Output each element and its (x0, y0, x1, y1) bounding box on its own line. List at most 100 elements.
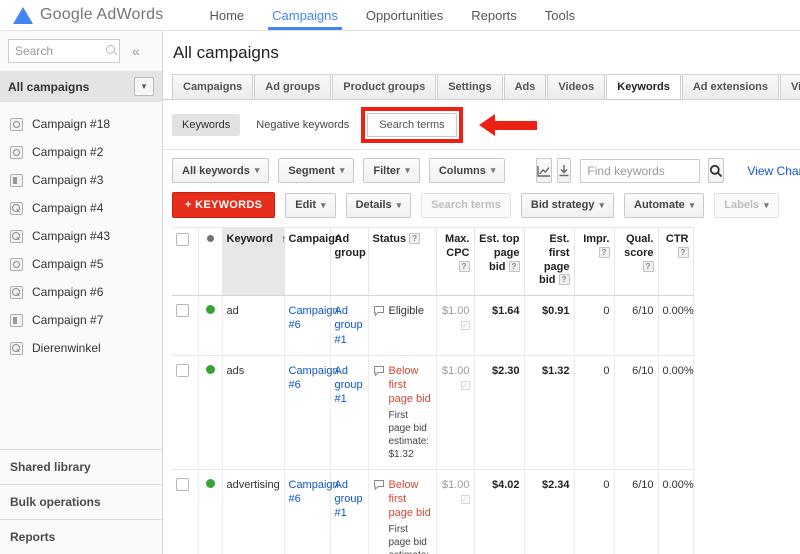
sidebar-footer-shared-library[interactable]: Shared library (0, 449, 162, 484)
column-header-impr[interactable]: Impr.? (574, 227, 615, 296)
ad-group-link[interactable]: Ad group #1 (335, 479, 363, 520)
column-header-check[interactable] (172, 227, 199, 296)
column-label: Status (372, 233, 407, 245)
cell-est-top-page-bid: $1.64 (474, 295, 525, 356)
help-icon[interactable]: ? (642, 260, 654, 272)
help-icon[interactable]: ? (409, 233, 421, 244)
sidebar-item-campaign-7[interactable]: Campaign #7 (0, 306, 162, 334)
keywords-table-body: ad Campaign #6 Ad group #1 Eligible $1.00 ✓ $1… (172, 295, 694, 554)
column-header-campaign[interactable]: Campaign (284, 227, 342, 296)
nav-item-home[interactable]: Home (195, 0, 258, 30)
sidebar-item-campaign-5[interactable]: Campaign #5 (0, 250, 162, 278)
sort-ascending-icon: ↑ (280, 234, 286, 245)
help-icon[interactable]: ? (508, 260, 520, 272)
automate-button[interactable]: Automate ▾ (624, 192, 705, 218)
sidebar-item-campaign-3[interactable]: Campaign #3 (0, 166, 162, 194)
column-header-esttop[interactable]: Est. top page bid? (474, 227, 525, 296)
tab-ads[interactable]: Ads (503, 74, 547, 99)
brand[interactable]: Google AdWords (13, 0, 163, 30)
chart-button[interactable] (536, 158, 553, 183)
tab-videos[interactable]: Videos (547, 74, 606, 99)
collapse-sidebar-button[interactable]: « (132, 43, 140, 59)
column-header-dot[interactable] (198, 227, 223, 296)
tab-settings[interactable]: Settings (437, 74, 503, 99)
search-submit-button[interactable] (708, 158, 725, 183)
select-all-checkbox[interactable] (176, 233, 189, 246)
chevron-down-icon: ▾ (321, 199, 326, 210)
row-checkbox[interactable] (176, 304, 189, 317)
edit-button[interactable]: Edit ▾ (285, 192, 336, 218)
column-header-estfirst[interactable]: Est. first page bid? (524, 227, 575, 296)
row-checkbox[interactable] (176, 477, 189, 491)
brand-name: Google AdWords (40, 6, 164, 23)
campaign-label: Campaign #2 (32, 145, 104, 159)
campaign-label: Campaign #5 (32, 257, 104, 271)
help-icon[interactable]: ? (458, 260, 470, 272)
sidebar-search-input[interactable] (8, 39, 120, 63)
nav-item-campaigns[interactable]: Campaigns (258, 0, 352, 30)
button-label: Search terms (431, 199, 501, 211)
cell-impressions: 0 (574, 469, 615, 554)
nav-item-opportunities[interactable]: Opportunities (352, 0, 457, 30)
find-keywords-input[interactable] (580, 158, 701, 183)
status-subtext: First page bid estimate: $2.34 (388, 523, 430, 554)
subtab-search-terms[interactable]: Search terms (367, 113, 457, 137)
ad-group-link[interactable]: Ad group #1 (335, 305, 363, 346)
column-header-keyword[interactable]: Keyword ↑ (222, 227, 286, 296)
sidebar-all-campaigns-header[interactable]: All campaigns ▾ (0, 71, 162, 102)
status-text: Eligible (388, 305, 424, 317)
column-header-maxcpc[interactable]: Max. CPC? (436, 227, 475, 296)
tab-product-groups[interactable]: Product groups (332, 74, 437, 99)
cell-keyword: advertising (222, 469, 285, 554)
column-header-ctr[interactable]: CTR? (658, 227, 694, 296)
help-icon[interactable]: ? (598, 246, 610, 258)
sidebar-footer-reports[interactable]: Reports (0, 519, 162, 554)
button-label: Details (355, 199, 392, 211)
tab-campaigns[interactable]: Campaigns (172, 74, 254, 99)
row-checkbox[interactable] (176, 363, 189, 377)
help-icon[interactable]: ? (677, 246, 689, 258)
segment-dropdown-button[interactable]: Segment ▾ (278, 158, 355, 183)
tab-keywords[interactable]: Keywords (606, 74, 681, 99)
add-keywords-button[interactable]: + KEYWORDS (172, 192, 276, 218)
annotation-highlight-box: Search terms (361, 107, 463, 143)
sidebar-footer-bulk-operations[interactable]: Bulk operations (0, 484, 162, 519)
cell-impressions: 0 (574, 355, 615, 470)
sidebar-item-campaign-18[interactable]: Campaign #18 (0, 110, 162, 138)
cell-campaign: Campaign #6 (284, 355, 339, 470)
sidebar-item-dierenwinkel[interactable]: Dierenwinkel (0, 334, 162, 362)
subtab-negative-keywords[interactable]: Negative keywords (254, 114, 351, 136)
view-change-history-link[interactable]: View Change History (747, 164, 800, 178)
campaign-label: Campaign #18 (32, 117, 111, 131)
cell-keyword: ads (222, 355, 285, 470)
column-header-adgroup[interactable]: Ad group (330, 227, 369, 296)
column-header-qual[interactable]: Qual. score? (614, 227, 659, 296)
download-button[interactable] (557, 158, 572, 183)
details-button[interactable]: Details ▾ (345, 192, 412, 218)
all-keywords-dropdown-button[interactable]: All keywords ▾ (172, 158, 270, 183)
tab-ad-extensions[interactable]: Ad extensions (681, 74, 780, 99)
sidebar-item-campaign-2[interactable]: Campaign #2 (0, 138, 162, 166)
sidebar-item-campaign-43[interactable]: Campaign #43 (0, 222, 162, 250)
sidebar-item-campaign-6[interactable]: Campaign #6 (0, 278, 162, 306)
tab-bar: Campaigns Ad groups Product groups Settings… (163, 73, 800, 100)
subtab-keywords[interactable]: Keywords (172, 114, 241, 136)
tab-ad-groups[interactable]: Ad groups (254, 74, 332, 99)
tab-video-targeting[interactable]: Video targeting (780, 74, 800, 99)
bid-strategy-button[interactable]: Bid strategy ▾ (520, 192, 615, 218)
column-label: Qual. score (624, 233, 654, 259)
nav-item-tools[interactable]: Tools (531, 0, 589, 30)
columns-dropdown-button[interactable]: Columns ▾ (428, 158, 506, 183)
filter-dropdown-button[interactable]: Filter ▾ (363, 158, 420, 183)
ad-group-link[interactable]: Ad group #1 (335, 365, 363, 406)
sidebar-item-campaign-4[interactable]: Campaign #4 (0, 194, 162, 222)
nav-item-reports[interactable]: Reports (457, 0, 531, 30)
chevron-down-icon[interactable]: ▾ (134, 77, 154, 96)
table-row: ads Campaign #6 Ad group #1 Below first pag… (172, 355, 694, 470)
campaign-list: Campaign #18 Campaign #2 Campaign #3 Campai… (0, 102, 162, 362)
help-icon[interactable]: ? (558, 274, 570, 286)
column-header-status[interactable]: Status? (368, 227, 437, 296)
video-campaign-icon (10, 117, 23, 131)
labels-button: Labels ▾ (714, 192, 779, 218)
cell-quality-score: 6/10 (614, 295, 659, 356)
